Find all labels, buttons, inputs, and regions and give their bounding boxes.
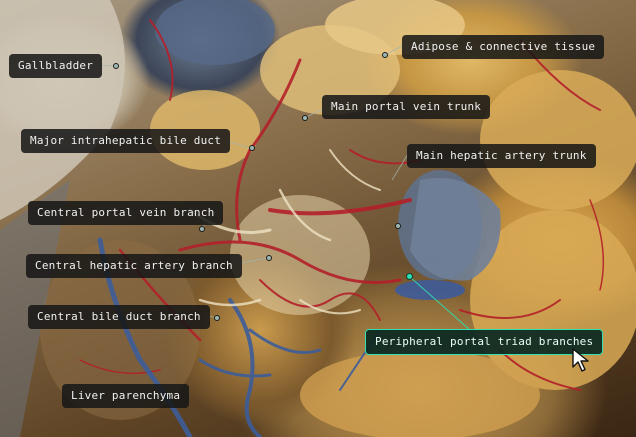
label-adipose-connective-tissue[interactable]: Adipose & connective tissue [402, 35, 605, 59]
central-hepatic-artery-marker [266, 255, 272, 261]
label-main-portal-vein-trunk[interactable]: Main portal vein trunk [322, 95, 491, 119]
peripheral-triad-marker [406, 273, 413, 280]
adipose-marker [382, 52, 388, 58]
dissection-photo: Gallbladder Adipose & connective tissue … [0, 0, 636, 437]
label-liver-parenchyma[interactable]: Liver parenchyma [62, 384, 190, 408]
label-central-portal-vein-branch[interactable]: Central portal vein branch [28, 201, 224, 225]
label-main-hepatic-artery-trunk[interactable]: Main hepatic artery trunk [407, 144, 596, 168]
gallbladder-marker [113, 63, 119, 69]
major-bile-duct-marker [249, 145, 255, 151]
label-central-hepatic-artery-branch[interactable]: Central hepatic artery branch [26, 254, 242, 278]
pointer-cursor-icon [572, 348, 589, 372]
label-major-intrahepatic-bile-duct[interactable]: Major intrahepatic bile duct [21, 129, 231, 153]
label-central-bile-duct-branch[interactable]: Central bile duct branch [28, 305, 210, 329]
central-portal-vein-marker [199, 226, 205, 232]
central-bile-duct-marker [214, 315, 220, 321]
label-gallbladder[interactable]: Gallbladder [9, 54, 103, 78]
label-peripheral-portal-triad-branches[interactable]: Peripheral portal triad branches [365, 329, 604, 355]
main-hepatic-artery-marker [395, 223, 401, 229]
main-portal-vein-marker [302, 115, 308, 121]
